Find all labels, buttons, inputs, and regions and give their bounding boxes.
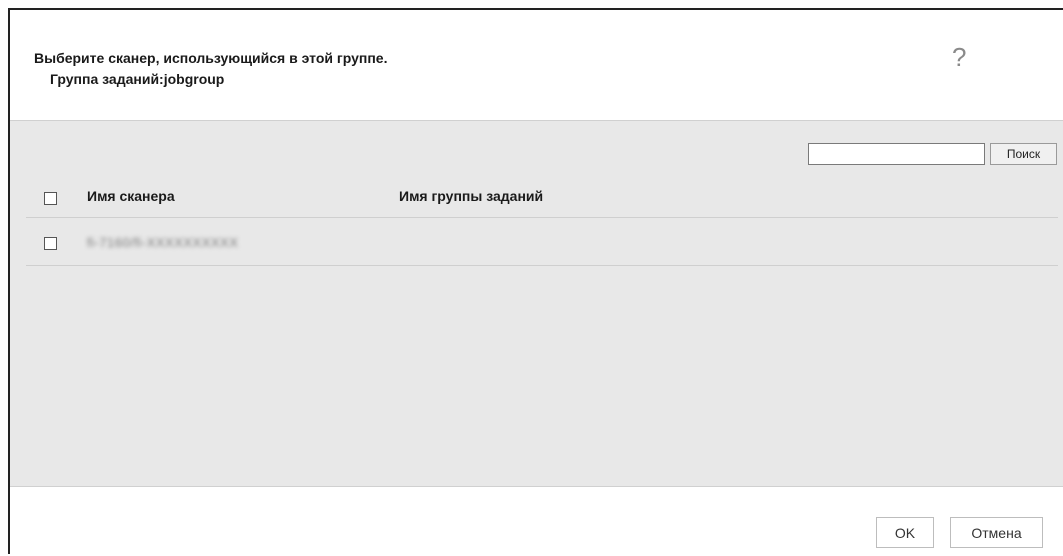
table-header: Имя сканера Имя группы заданий	[26, 173, 1058, 218]
dialog-footer: OK Отмена	[10, 487, 1063, 556]
dialog-header: Выберите сканер, использующийся в этой г…	[10, 10, 1063, 120]
cancel-button[interactable]: Отмена	[950, 517, 1043, 548]
job-group-label: Группа заданий:jobgroup	[50, 71, 225, 87]
table-row[interactable]: fi-7160/fi-XXXXXXXXXX	[26, 218, 1058, 266]
column-header-job-group[interactable]: Имя группы заданий	[399, 188, 543, 204]
search-input[interactable]	[808, 143, 985, 165]
search-button[interactable]: Поиск	[990, 143, 1057, 165]
ok-button[interactable]: OK	[876, 517, 934, 548]
scanner-list-panel: Поиск Имя сканера Имя группы заданий fi-…	[10, 120, 1063, 487]
column-header-scanner-name[interactable]: Имя сканера	[87, 188, 175, 204]
select-all-checkbox[interactable]	[44, 192, 57, 205]
dialog-title: Выберите сканер, использующийся в этой г…	[34, 50, 388, 66]
scanner-name-cell: fi-7160/fi-XXXXXXXXXX	[87, 235, 239, 250]
row-checkbox[interactable]	[44, 237, 57, 250]
select-scanner-dialog: Выберите сканер, использующийся в этой г…	[8, 8, 1063, 554]
help-icon[interactable]: ?	[952, 44, 966, 70]
